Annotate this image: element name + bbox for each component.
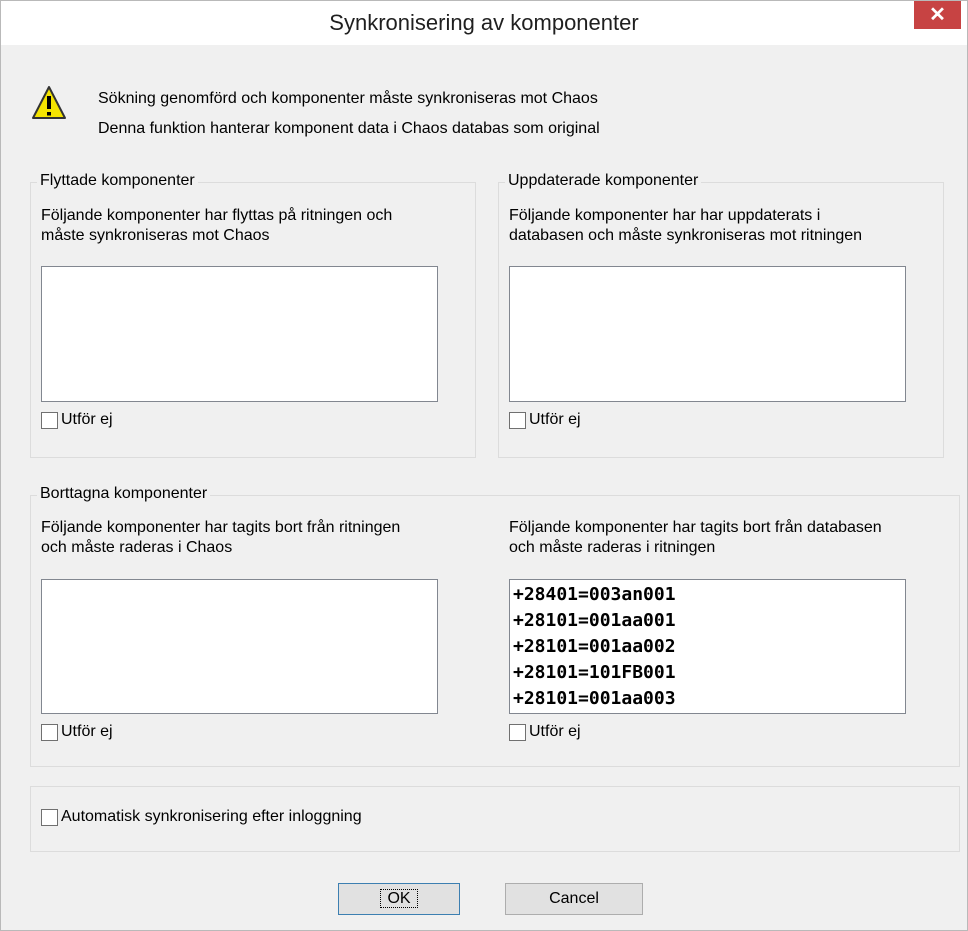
removed-database-skip-label: Utför ej [529, 723, 581, 740]
removed-group-legend: Borttagna komponenter [37, 485, 211, 503]
warning-icon [32, 86, 66, 119]
ok-button[interactable]: OK [338, 883, 460, 915]
list-item[interactable]: +28101=001aa003 [510, 686, 905, 712]
auto-sync-label: Automatisk synkronisering efter inloggni… [61, 808, 362, 825]
removed-drawing-listbox[interactable] [41, 579, 438, 714]
checkbox-box[interactable] [509, 411, 526, 429]
moved-listbox[interactable] [41, 266, 438, 402]
moved-group-legend: Flyttade komponenter [37, 172, 198, 190]
updated-description-2: databasen och måste synkroniseras mot ri… [509, 227, 863, 244]
removed-drawing-skip-label: Utför ej [61, 723, 113, 740]
message-line-2: Denna funktion hanterar komponent data i… [98, 120, 600, 137]
close-icon: ✕ [929, 4, 946, 26]
checkbox-box[interactable] [509, 723, 526, 741]
dialog-window: Synkronisering av komponenter ✕ Sökning … [0, 0, 968, 931]
moved-description-2: måste synkroniseras mot Chaos [41, 227, 270, 244]
removed-drawing-skip-checkbox[interactable]: Utför ej [41, 723, 113, 741]
removed-drawing-description-1: Följande komponenter har tagits bort frå… [41, 519, 401, 536]
window-title: Synkronisering av komponenter [329, 10, 639, 35]
removed-database-description-1: Följande komponenter har tagits bort frå… [509, 519, 882, 536]
cancel-button[interactable]: Cancel [505, 883, 643, 915]
moved-description-1: Följande komponenter har flyttas på ritn… [41, 207, 393, 224]
list-item[interactable]: +28101=001aa001 [510, 608, 905, 634]
updated-skip-label: Utför ej [529, 411, 581, 428]
updated-listbox[interactable] [509, 266, 906, 402]
list-item[interactable]: +28101=101FB001 [510, 660, 905, 686]
list-item[interactable]: +28401=003an001 [510, 582, 905, 608]
moved-skip-checkbox[interactable]: Utför ej [41, 411, 113, 429]
list-item[interactable]: +28101=001aa002 [510, 634, 905, 660]
updated-skip-checkbox[interactable]: Utför ej [509, 411, 581, 429]
checkbox-box[interactable] [41, 808, 58, 826]
checkbox-box[interactable] [41, 411, 58, 429]
message-line-1: Sökning genomförd och komponenter måste … [98, 90, 598, 107]
removed-database-description-2: och måste raderas i ritningen [509, 539, 716, 556]
updated-group-legend: Uppdaterade komponenter [505, 172, 702, 190]
moved-skip-label: Utför ej [61, 411, 113, 428]
auto-sync-checkbox[interactable]: Automatisk synkronisering efter inloggni… [41, 808, 362, 826]
removed-database-listbox[interactable]: +28401=003an001 +28101=001aa001 +28101=0… [509, 579, 906, 714]
updated-description-1: Följande komponenter har har uppdaterats… [509, 207, 821, 224]
title-bar: Synkronisering av komponenter ✕ [1, 1, 967, 45]
close-button[interactable]: ✕ [914, 1, 961, 29]
cancel-button-label: Cancel [549, 890, 599, 907]
removed-drawing-description-2: och måste raderas i Chaos [41, 539, 233, 556]
removed-database-skip-checkbox[interactable]: Utför ej [509, 723, 581, 741]
checkbox-box[interactable] [41, 723, 58, 741]
ok-button-label: OK [380, 889, 418, 908]
